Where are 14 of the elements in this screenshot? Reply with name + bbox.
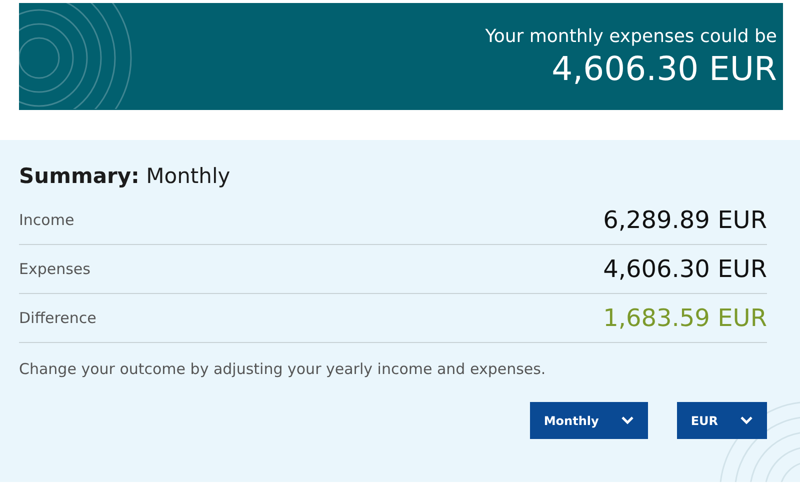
row-amount: 1,683.59 EUR <box>603 304 767 332</box>
row-label: Income <box>19 211 74 229</box>
chevron-down-icon <box>620 416 634 425</box>
row-label: Expenses <box>19 260 90 278</box>
banner-caption: Your monthly expenses could be <box>485 26 777 46</box>
summary-title: Summary: Monthly <box>19 164 232 188</box>
dropdown-button[interactable]: Monthly <box>530 402 648 439</box>
row-amount: 6,289.89 EUR <box>603 206 767 234</box>
chevron-down-icon <box>740 416 753 425</box>
hint-text: Change your outcome by adjusting your yearly income and expenses. <box>19 360 547 378</box>
expenses-total: 4,606.30 EUR <box>550 48 777 88</box>
row-amount: 4,606.30 EUR <box>603 255 767 283</box>
row-label: Difference <box>19 309 96 327</box>
dropdown-button[interactable]: EUR <box>676 402 767 439</box>
